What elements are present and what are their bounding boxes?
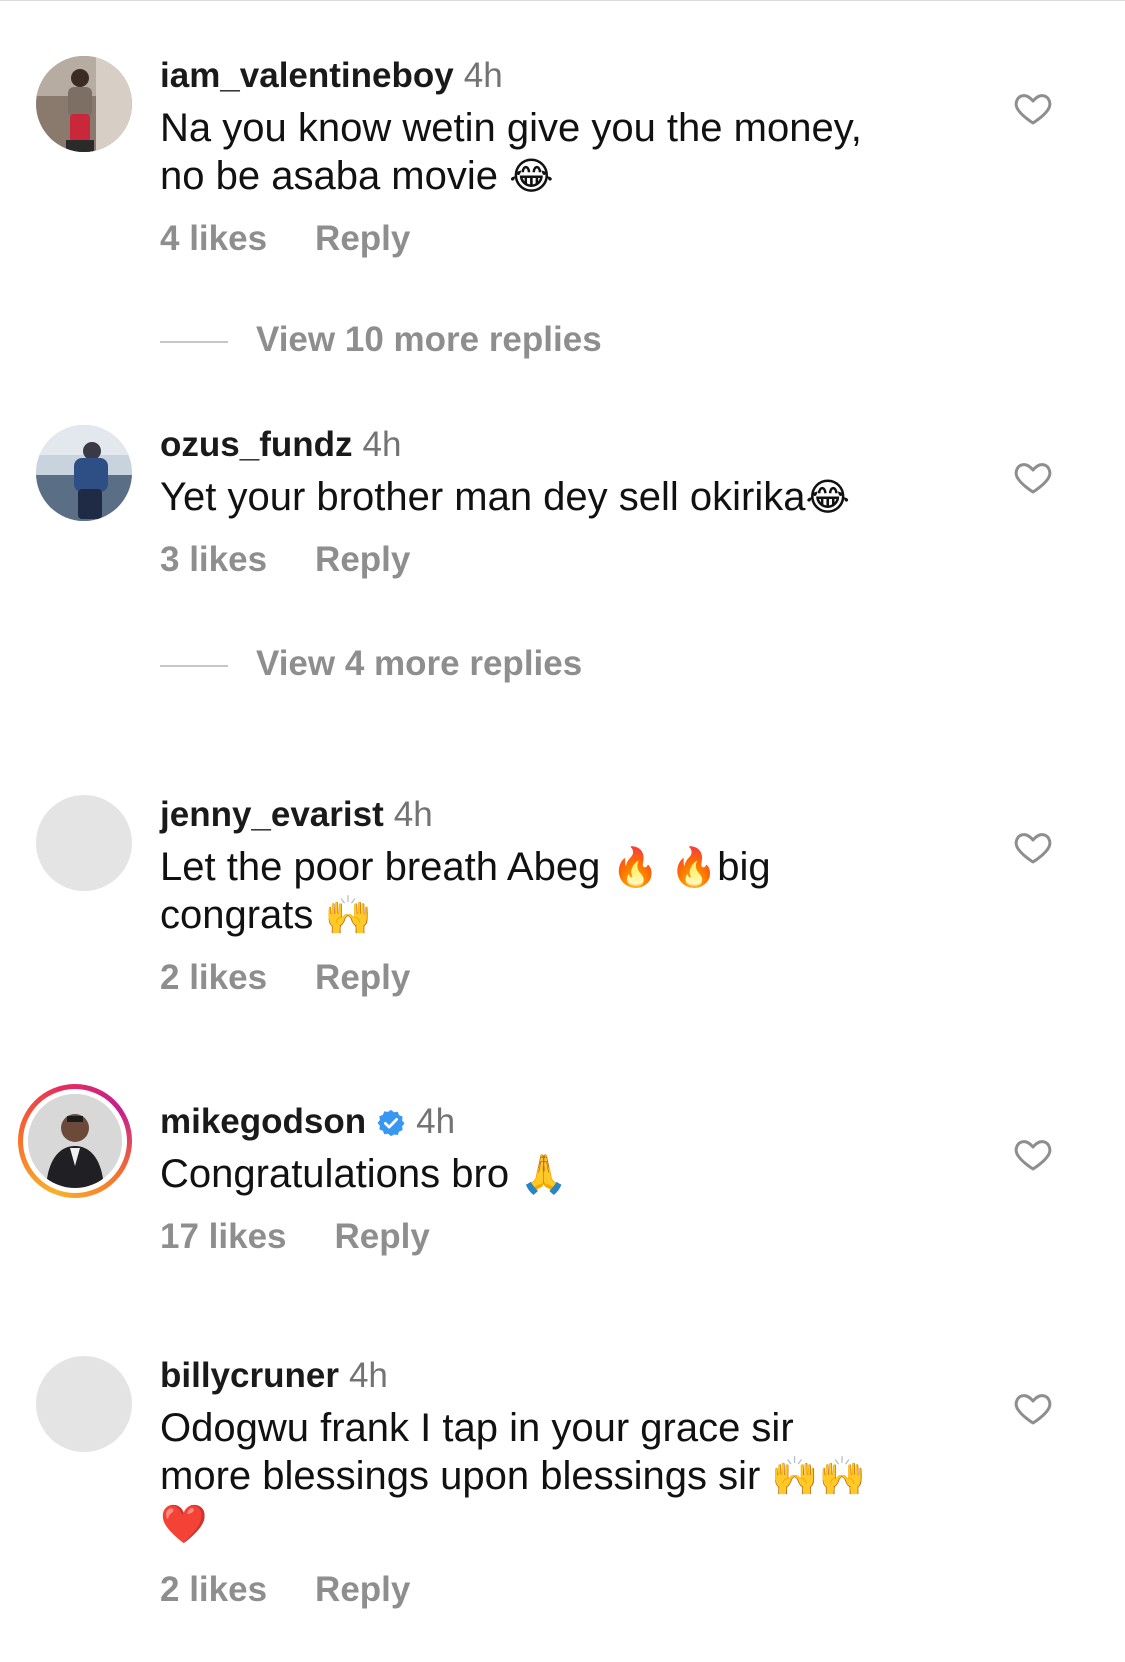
laughing-emoji-icon: 😂 [805, 475, 850, 519]
timestamp: 4h [362, 425, 402, 464]
replies-divider [160, 340, 228, 343]
view-replies-label: View 10 more replies [256, 320, 602, 359]
comment-meta: jenny_evarist 4h [160, 795, 433, 835]
avatar[interactable] [36, 425, 132, 521]
comment-actions: 3 likes Reply [160, 540, 410, 580]
fire-emoji-icon: 🔥 [611, 845, 659, 889]
comment-actions: 2 likes Reply [160, 958, 410, 998]
view-more-replies-button[interactable]: View 4 more replies [160, 644, 582, 684]
reply-button[interactable]: Reply [315, 219, 410, 258]
timestamp: 4h [393, 795, 433, 834]
avatar[interactable] [36, 1356, 132, 1452]
comment-actions: 4 likes Reply [160, 219, 410, 259]
likes-count[interactable]: 4 likes [160, 219, 267, 258]
raising-hands-emoji-icon: 🙌 [818, 1454, 867, 1498]
view-more-replies-button[interactable]: View 10 more replies [160, 320, 602, 360]
comment-text: Congratulations bro 🙏 [160, 1150, 940, 1198]
comment-meta: ozus_fundz 4h [160, 425, 401, 465]
likes-count[interactable]: 3 likes [160, 540, 267, 579]
reply-button[interactable]: Reply [315, 1570, 410, 1609]
comment-text-line: Na you know wetin give you the money, [160, 106, 862, 150]
heart-icon[interactable] [1012, 827, 1054, 867]
fire-emoji-icon: 🔥 [669, 845, 718, 889]
folded-hands-emoji-icon: 🙏 [520, 1152, 568, 1196]
comment-text-line: Congratulations bro [160, 1152, 510, 1196]
comment-meta: billycruner 4h [160, 1356, 388, 1396]
raising-hands-emoji-icon: 🙌 [771, 1454, 819, 1498]
laughing-emoji-icon: 😂 [509, 154, 554, 198]
username[interactable]: iam_valentineboy [160, 56, 454, 95]
reply-button[interactable]: Reply [315, 540, 410, 579]
likes-count[interactable]: 2 likes [160, 958, 267, 997]
comment-text: Odogwu frank I tap in your grace sir mor… [160, 1404, 940, 1548]
comment-text: Yet your brother man dey sell okirika😂 [160, 473, 940, 521]
likes-count[interactable]: 2 likes [160, 1570, 267, 1609]
comment-text-line: no be asaba movie [160, 154, 499, 198]
heart-icon[interactable] [1012, 88, 1054, 128]
likes-count[interactable]: 17 likes [160, 1217, 287, 1256]
avatar[interactable] [36, 56, 132, 152]
heart-icon[interactable] [1012, 1388, 1054, 1428]
comment-text-line: Let the poor breath Abeg [160, 845, 601, 889]
comment-text-line: Odogwu frank I tap in your grace sir [160, 1406, 794, 1450]
reply-button[interactable]: Reply [335, 1217, 430, 1256]
heart-icon[interactable] [1012, 1134, 1054, 1174]
verified-badge-icon [377, 1109, 405, 1137]
username[interactable]: billycruner [160, 1356, 339, 1395]
red-heart-emoji-icon: ❤️ [160, 1502, 208, 1546]
comment-text-line: big [717, 845, 771, 889]
comment-text-line: congrats [160, 893, 314, 937]
comment-actions: 2 likes Reply [160, 1570, 410, 1610]
timestamp: 4h [416, 1102, 456, 1141]
heart-icon[interactable] [1012, 457, 1054, 497]
view-replies-label: View 4 more replies [256, 644, 583, 683]
avatar[interactable] [18, 1084, 132, 1198]
comment-meta: mikegodson 4h [160, 1102, 455, 1142]
timestamp: 4h [348, 1356, 388, 1395]
username[interactable]: mikegodson [160, 1102, 366, 1141]
comment-meta: iam_valentineboy 4h [160, 56, 503, 96]
comment-text: Na you know wetin give you the money, no… [160, 104, 940, 200]
avatar[interactable] [36, 795, 132, 891]
comment-text-line: more blessings upon blessings sir [160, 1454, 761, 1498]
replies-divider [160, 664, 228, 667]
timestamp: 4h [463, 56, 503, 95]
reply-button[interactable]: Reply [315, 958, 410, 997]
username[interactable]: jenny_evarist [160, 795, 384, 834]
comment-text: Let the poor breath Abeg 🔥 🔥big congrats… [160, 843, 940, 939]
avatar-image [28, 1094, 122, 1188]
username[interactable]: ozus_fundz [160, 425, 352, 464]
comment-actions: 17 likes Reply [160, 1217, 430, 1257]
raising-hands-emoji-icon: 🙌 [324, 893, 372, 937]
comment-text-line: Yet your brother man dey sell okirika [160, 475, 806, 519]
top-divider [0, 0, 1125, 1]
